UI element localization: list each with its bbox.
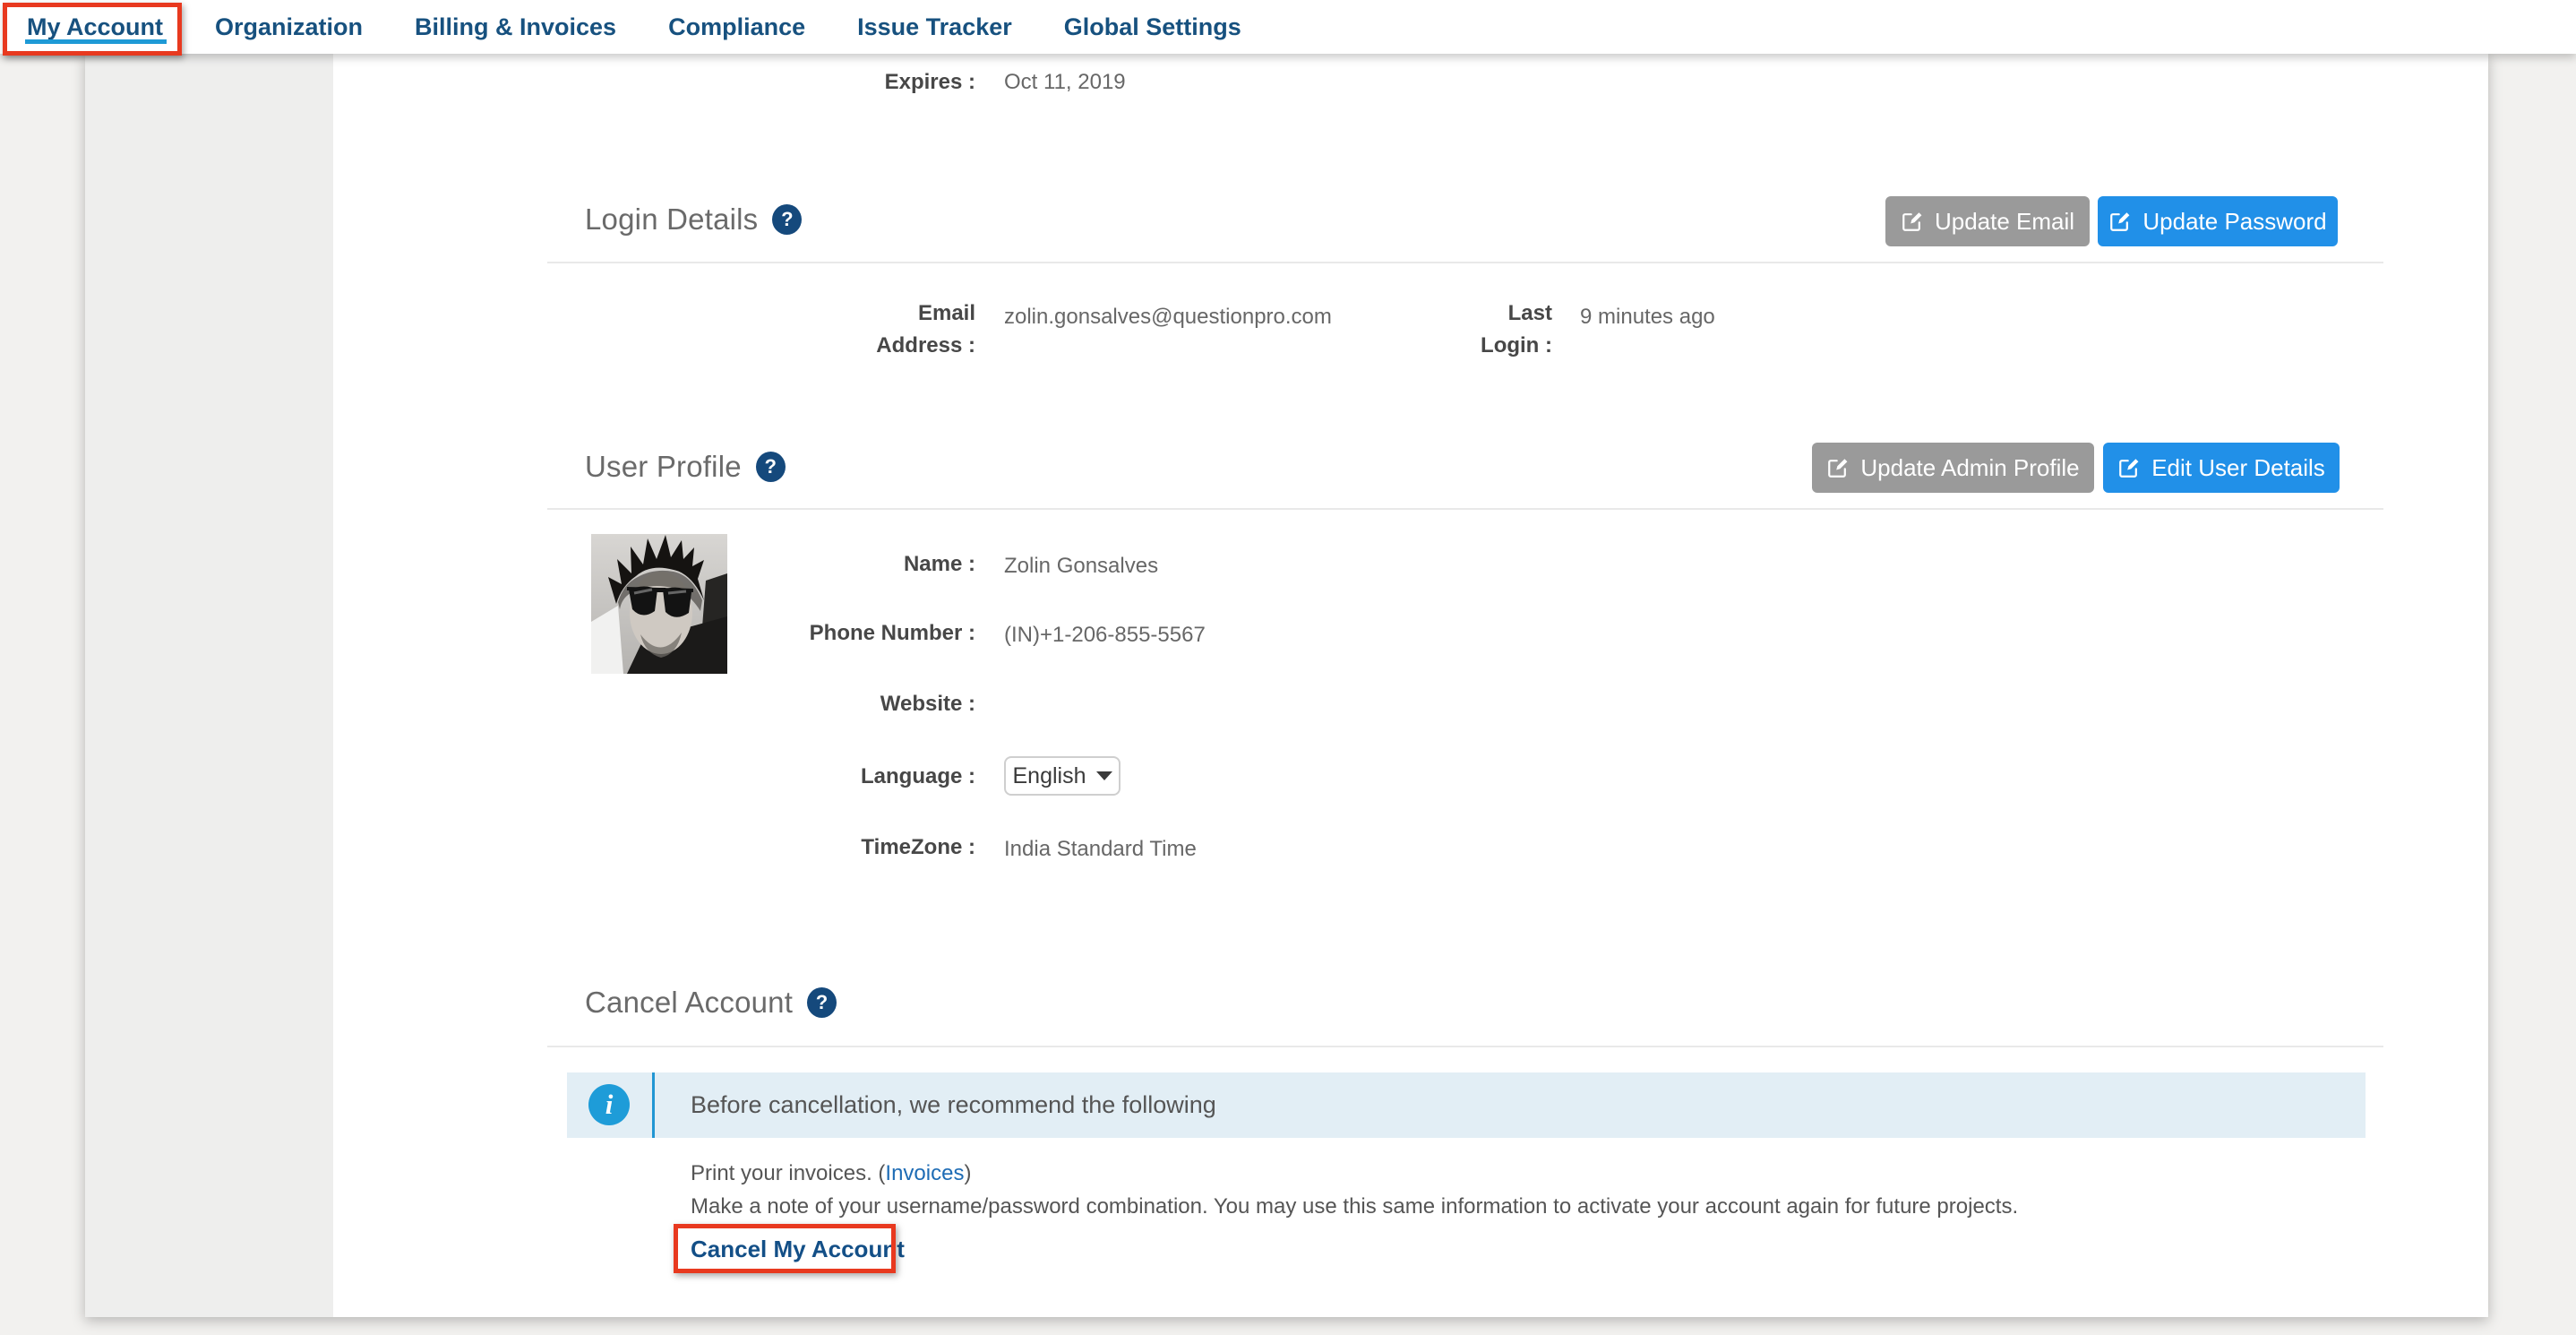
button-label: Edit User Details: [2151, 454, 2325, 482]
website-label: Website :: [627, 688, 975, 720]
cancel-my-account-link[interactable]: Cancel My Account: [691, 1236, 905, 1263]
section-title-text: Login Details: [585, 202, 758, 237]
tab-label: Organization: [215, 13, 363, 41]
edit-icon: [2117, 456, 2141, 479]
help-icon[interactable]: ?: [756, 452, 786, 482]
phone-number-value: (IN)+1-206-855-5567: [1004, 619, 1206, 651]
email-address-label: Email Address :: [627, 297, 975, 362]
language-label: Language :: [627, 761, 975, 793]
cancellation-recommendations: Print your invoices. (Invoices) Make a n…: [691, 1157, 2018, 1223]
edit-icon: [1826, 456, 1850, 479]
last-login-value: 9 minutes ago: [1580, 301, 1715, 333]
section-divider: [547, 508, 2383, 510]
update-email-button[interactable]: Update Email: [1885, 196, 2090, 246]
edit-icon: [1901, 210, 1924, 233]
expires-value: Oct 11, 2019: [1004, 66, 1126, 99]
button-label: Update Admin Profile: [1860, 454, 2079, 482]
tab-label: My Account: [27, 13, 163, 41]
tab-label: Global Settings: [1064, 13, 1241, 41]
section-divider: [547, 1046, 2383, 1047]
language-select[interactable]: English: [1004, 756, 1121, 796]
help-icon[interactable]: ?: [807, 987, 837, 1018]
cancel-account-heading: Cancel Account ?: [585, 986, 837, 1020]
chevron-down-icon: [1096, 771, 1112, 780]
tab-label: Compliance: [668, 13, 805, 41]
top-navigation: My Account Organization Billing & Invoic…: [0, 0, 2576, 54]
timezone-value: India Standard Time: [1004, 833, 1197, 866]
name-value: Zolin Gonsalves: [1004, 550, 1158, 582]
email-address-value: zolin.gonsalves@questionpro.com: [1004, 301, 1332, 333]
edit-icon: [2108, 210, 2132, 233]
recommendation-line-1: Print your invoices. (Invoices): [691, 1157, 2018, 1190]
tab-my-account[interactable]: My Account: [27, 0, 163, 54]
tab-issue-tracker[interactable]: Issue Tracker: [857, 0, 1012, 54]
info-icon: i: [588, 1084, 630, 1125]
recommendation-line-2: Make a note of your username/password co…: [691, 1190, 2018, 1223]
phone-number-label: Phone Number :: [627, 617, 975, 650]
tab-compliance[interactable]: Compliance: [668, 0, 805, 54]
cancellation-info-banner: i Before cancellation, we recommend the …: [567, 1072, 2366, 1138]
last-login-label: Last Login :: [1344, 297, 1552, 362]
user-profile-heading: User Profile ?: [585, 450, 786, 484]
tab-label: Billing & Invoices: [415, 13, 616, 41]
section-title-text: Cancel Account: [585, 986, 793, 1020]
banner-text: Before cancellation, we recommend the fo…: [691, 1072, 1216, 1138]
tab-billing-invoices[interactable]: Billing & Invoices: [415, 0, 616, 54]
tab-label: Issue Tracker: [857, 13, 1012, 41]
button-label: Update Password: [2142, 208, 2326, 236]
section-title-text: User Profile: [585, 450, 742, 484]
tab-organization[interactable]: Organization: [215, 0, 363, 54]
language-selected-value: English: [1013, 763, 1086, 789]
section-divider: [547, 262, 2383, 263]
expires-label: Expires :: [582, 66, 975, 99]
button-label: Update Email: [1935, 208, 2074, 236]
edit-user-details-button[interactable]: Edit User Details: [2103, 443, 2340, 493]
update-password-button[interactable]: Update Password: [2098, 196, 2338, 246]
update-admin-profile-button[interactable]: Update Admin Profile: [1812, 443, 2094, 493]
name-label: Name :: [627, 548, 975, 581]
banner-divider: [652, 1072, 655, 1138]
help-icon[interactable]: ?: [772, 204, 802, 235]
tab-global-settings[interactable]: Global Settings: [1064, 0, 1241, 54]
timezone-label: TimeZone :: [627, 831, 975, 864]
invoices-link[interactable]: Invoices: [885, 1161, 964, 1185]
login-details-heading: Login Details ?: [585, 202, 802, 237]
